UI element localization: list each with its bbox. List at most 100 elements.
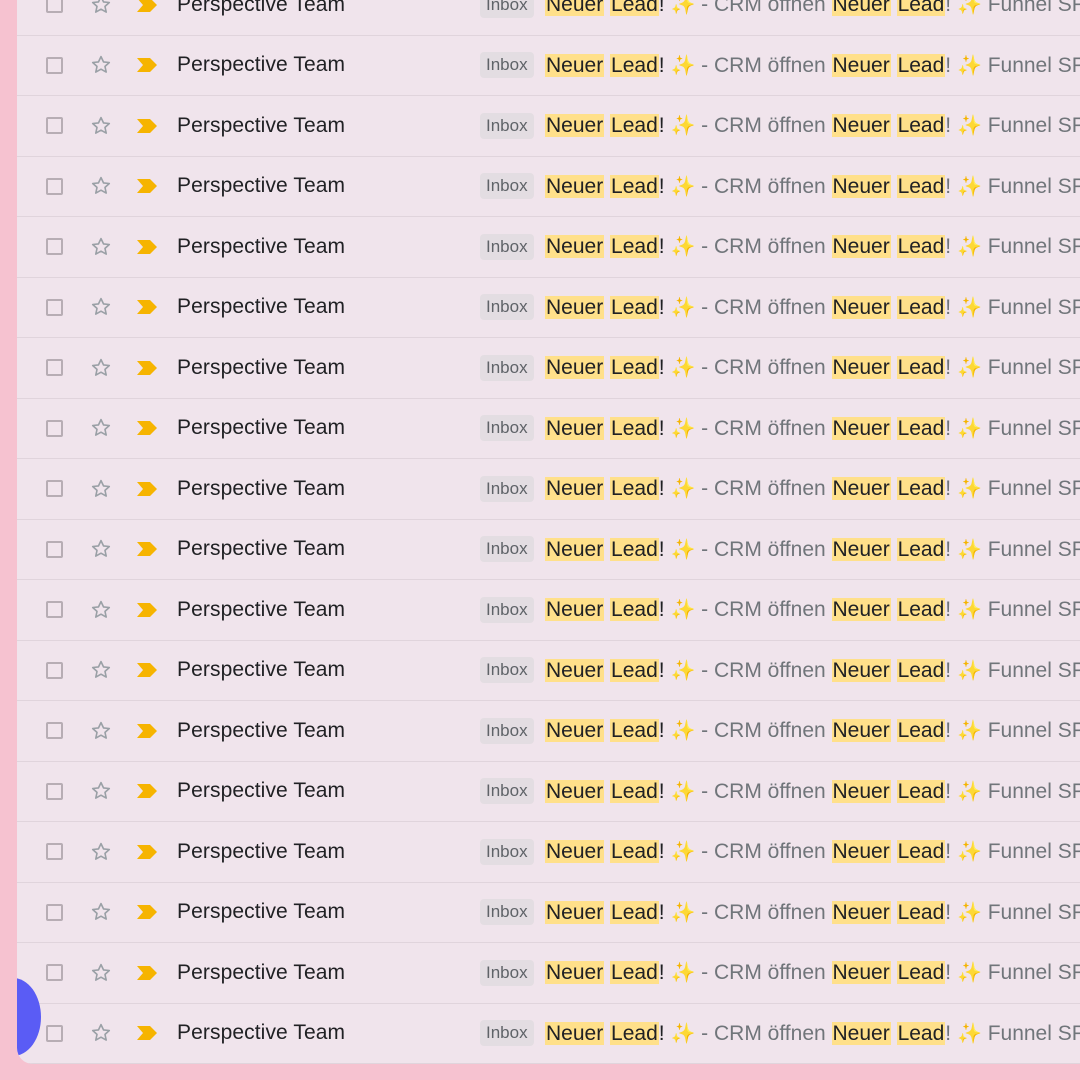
highlight-term: Lead bbox=[610, 416, 659, 440]
inbox-label-chip[interactable]: Inbox bbox=[480, 415, 534, 442]
sparkles-icon: ✨ bbox=[956, 294, 982, 319]
inbox-label-chip[interactable]: Inbox bbox=[480, 717, 534, 744]
checkbox-icon[interactable] bbox=[46, 238, 63, 256]
star-icon[interactable] bbox=[89, 114, 113, 138]
star-icon[interactable] bbox=[89, 779, 113, 803]
checkbox-icon[interactable] bbox=[46, 1024, 63, 1042]
inbox-label-chip[interactable]: Inbox bbox=[480, 536, 534, 563]
mail-row[interactable]: Perspective Team Inbox Neuer Lead! ✨ - C… bbox=[17, 0, 1080, 36]
star-icon[interactable] bbox=[89, 840, 113, 864]
important-marker-icon[interactable] bbox=[136, 1025, 158, 1041]
inbox-label-chip[interactable]: Inbox bbox=[480, 0, 534, 18]
star-icon[interactable] bbox=[89, 235, 113, 259]
important-marker-icon[interactable] bbox=[136, 844, 158, 860]
inbox-label-chip[interactable]: Inbox bbox=[480, 112, 534, 139]
checkbox-icon[interactable] bbox=[46, 419, 63, 437]
checkbox-icon[interactable] bbox=[46, 117, 63, 135]
mail-row[interactable]: Perspective Team Inbox Neuer Lead! ✨ - C… bbox=[17, 459, 1080, 520]
checkbox-icon[interactable] bbox=[46, 177, 63, 195]
mail-row[interactable]: Perspective Team Inbox Neuer Lead! ✨ - C… bbox=[17, 157, 1080, 217]
star-icon[interactable] bbox=[89, 1021, 113, 1045]
checkbox-icon[interactable] bbox=[46, 782, 63, 800]
mail-row[interactable]: Perspective Team Inbox Neuer Lead! ✨ - C… bbox=[17, 762, 1080, 822]
snippet-punctuation: ! bbox=[945, 961, 957, 985]
important-marker-icon[interactable] bbox=[136, 904, 158, 920]
important-marker-icon[interactable] bbox=[136, 118, 158, 134]
star-icon[interactable] bbox=[89, 537, 113, 561]
star-icon[interactable] bbox=[89, 658, 113, 682]
mail-row[interactable]: Perspective Team Inbox Neuer Lead! ✨ - C… bbox=[17, 338, 1080, 399]
inbox-label-chip[interactable]: Inbox bbox=[480, 838, 534, 865]
snippet-text: Funnel SP bbox=[981, 719, 1080, 743]
checkbox-icon[interactable] bbox=[46, 964, 63, 982]
checkbox-icon[interactable] bbox=[46, 0, 63, 14]
checkbox-icon[interactable] bbox=[46, 480, 63, 498]
checkbox-icon[interactable] bbox=[46, 359, 63, 377]
important-marker-icon[interactable] bbox=[136, 481, 158, 497]
mail-row[interactable]: Perspective Team Inbox Neuer Lead! ✨ - C… bbox=[17, 36, 1080, 96]
snippet-punctuation: ! bbox=[945, 477, 957, 501]
mail-row[interactable]: Perspective Team Inbox Neuer Lead! ✨ - C… bbox=[17, 822, 1080, 883]
important-marker-icon[interactable] bbox=[136, 0, 158, 13]
sparkles-icon: ✨ bbox=[956, 234, 982, 259]
mail-row[interactable]: Perspective Team Inbox Neuer Lead! ✨ - C… bbox=[17, 641, 1080, 701]
mail-row[interactable]: Perspective Team Inbox Neuer Lead! ✨ - C… bbox=[17, 701, 1080, 762]
star-icon[interactable] bbox=[89, 356, 113, 380]
snippet-text: - CRM öffnen bbox=[695, 477, 832, 501]
important-marker-icon[interactable] bbox=[136, 783, 158, 799]
mail-row[interactable]: Perspective Team Inbox Neuer Lead! ✨ - C… bbox=[17, 399, 1080, 459]
inbox-label-chip[interactable]: Inbox bbox=[480, 173, 534, 200]
mail-row[interactable]: Perspective Team Inbox Neuer Lead! ✨ - C… bbox=[17, 943, 1080, 1004]
checkbox-icon[interactable] bbox=[46, 601, 63, 619]
mail-row[interactable]: Perspective Team Inbox Neuer Lead! ✨ - C… bbox=[17, 580, 1080, 641]
mail-row[interactable]: Perspective Team Inbox Neuer Lead! ✨ - C… bbox=[17, 1004, 1080, 1064]
important-marker-icon[interactable] bbox=[136, 239, 158, 255]
important-marker-icon[interactable] bbox=[136, 299, 158, 315]
star-icon[interactable] bbox=[89, 295, 113, 319]
important-marker-icon[interactable] bbox=[136, 178, 158, 194]
inbox-label-chip[interactable]: Inbox bbox=[480, 778, 534, 805]
sender-name: Perspective Team bbox=[177, 416, 346, 440]
star-icon[interactable] bbox=[89, 174, 113, 198]
star-icon[interactable] bbox=[89, 900, 113, 924]
mail-row[interactable]: Perspective Team Inbox Neuer Lead! ✨ - C… bbox=[17, 96, 1080, 157]
inbox-label-chip[interactable]: Inbox bbox=[480, 657, 534, 684]
inbox-label-chip[interactable]: Inbox bbox=[480, 354, 534, 381]
star-icon[interactable] bbox=[89, 961, 113, 985]
inbox-label-chip[interactable]: Inbox bbox=[480, 959, 534, 986]
inbox-label-chip[interactable]: Inbox bbox=[480, 233, 534, 260]
checkbox-icon[interactable] bbox=[46, 540, 63, 558]
mail-row[interactable]: Perspective Team Inbox Neuer Lead! ✨ - C… bbox=[17, 520, 1080, 580]
important-marker-icon[interactable] bbox=[136, 420, 158, 436]
important-marker-icon[interactable] bbox=[136, 662, 158, 678]
mail-row[interactable]: Perspective Team Inbox Neuer Lead! ✨ - C… bbox=[17, 217, 1080, 278]
star-icon[interactable] bbox=[89, 53, 113, 77]
star-icon[interactable] bbox=[89, 477, 113, 501]
inbox-label-chip[interactable]: Inbox bbox=[480, 52, 534, 79]
important-marker-icon[interactable] bbox=[136, 360, 158, 376]
inbox-label-chip[interactable]: Inbox bbox=[480, 294, 534, 321]
checkbox-icon[interactable] bbox=[46, 903, 63, 921]
inbox-label-chip[interactable]: Inbox bbox=[480, 1020, 534, 1047]
mail-row[interactable]: Perspective Team Inbox Neuer Lead! ✨ - C… bbox=[17, 278, 1080, 338]
inbox-label-chip[interactable]: Inbox bbox=[480, 899, 534, 926]
highlight-term: Neuer bbox=[545, 658, 605, 682]
checkbox-icon[interactable] bbox=[46, 56, 63, 74]
important-marker-icon[interactable] bbox=[136, 602, 158, 618]
star-icon[interactable] bbox=[89, 598, 113, 622]
checkbox-icon[interactable] bbox=[46, 298, 63, 316]
star-icon[interactable] bbox=[89, 719, 113, 743]
important-marker-icon[interactable] bbox=[136, 57, 158, 73]
inbox-label-chip[interactable]: Inbox bbox=[480, 596, 534, 623]
checkbox-icon[interactable] bbox=[46, 843, 63, 861]
inbox-label-chip[interactable]: Inbox bbox=[480, 475, 534, 502]
checkbox-icon[interactable] bbox=[46, 722, 63, 740]
important-marker-icon[interactable] bbox=[136, 965, 158, 981]
mail-row[interactable]: Perspective Team Inbox Neuer Lead! ✨ - C… bbox=[17, 883, 1080, 943]
star-icon[interactable] bbox=[89, 416, 113, 440]
important-marker-icon[interactable] bbox=[136, 541, 158, 557]
sender-name: Perspective Team bbox=[177, 53, 346, 77]
important-marker-icon[interactable] bbox=[136, 723, 158, 739]
star-icon[interactable] bbox=[89, 0, 113, 17]
checkbox-icon[interactable] bbox=[46, 661, 63, 679]
